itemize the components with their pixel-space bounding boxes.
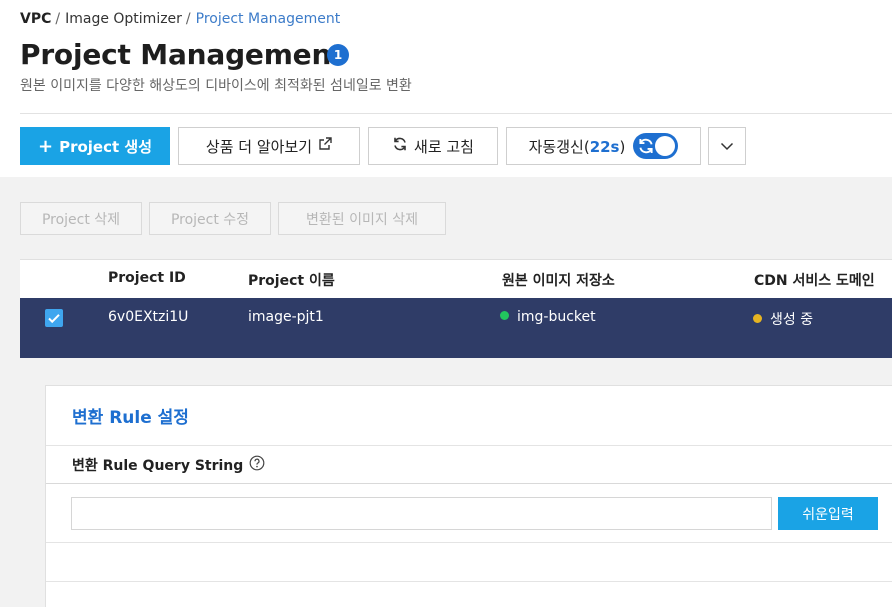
refresh-button[interactable]: 새로 고침 [368,127,498,165]
learn-more-label: 상품 더 알아보기 [205,137,313,156]
refresh-icon [392,136,408,156]
create-project-button[interactable]: + Project 생성 [20,127,170,165]
auto-refresh-countdown: 22s [589,137,620,156]
project-name-cell: image-pjt1 [248,309,324,325]
create-project-label: Project 생성 [59,137,152,156]
breadcrumb: VPC / Image Optimizer / Project Management [20,11,340,27]
page-title: Project Management [20,38,345,71]
header-divider [20,113,892,114]
delete-converted-images-button[interactable]: 변환된 이미지 삭제 [278,202,446,235]
plus-icon: + [38,135,54,157]
refresh-label: 새로 고침 [414,137,474,156]
query-string-label: 변환 Rule Query String [72,455,265,475]
rule-settings-title: 변환 Rule 설정 [72,408,189,428]
check-icon [48,314,60,324]
edit-project-button[interactable]: Project 수정 [149,202,271,235]
divider [46,483,892,484]
help-icon[interactable] [249,455,265,475]
count-badge: 1 [327,44,349,66]
divider [46,581,892,582]
column-header-project-id[interactable]: Project ID [108,270,186,286]
breadcrumb-separator: / [55,11,61,27]
divider [46,445,892,446]
breadcrumb-vpc[interactable]: VPC [20,11,51,27]
easy-input-button[interactable]: 쉬운입력 [778,497,878,530]
cdn-status-text: 생성 중 [770,312,814,328]
more-options-button[interactable] [708,127,746,165]
column-header-storage[interactable]: 원본 이미지 저장소 [502,270,615,290]
breadcrumb-separator: / [185,11,191,27]
storage-cell: img-bucket [500,309,596,325]
cdn-status-dot [753,314,762,323]
auto-refresh-control: 자동갱신(22s) [506,127,701,165]
column-header-project-name[interactable]: Project 이름 [248,270,335,290]
auto-refresh-toggle[interactable] [633,133,679,159]
page-description: 원본 이미지를 다양한 해상도의 디바이스에 최적화된 섬네일로 변환 [20,78,412,94]
storage-name: img-bucket [517,309,596,325]
sync-icon [637,137,655,159]
column-header-cdn-domain[interactable]: CDN 서비스 도메인 [754,270,875,290]
toggle-knob [655,136,676,156]
auto-refresh-label: 자동갱신(22s) [528,137,626,156]
project-id-cell: 6v0EXtzi1U [108,309,189,325]
storage-status-dot [500,311,509,320]
query-string-input[interactable] [71,497,772,530]
external-link-icon [318,137,332,155]
divider [46,542,892,543]
chevron-down-icon [720,137,734,155]
breadcrumb-current: Project Management [195,11,341,27]
delete-project-button[interactable]: Project 삭제 [20,202,142,235]
breadcrumb-image-optimizer[interactable]: Image Optimizer [65,11,182,27]
table-row[interactable]: 6v0EXtzi1U image-pjt1 img-bucket 생성 중 [20,298,892,358]
learn-more-button[interactable]: 상품 더 알아보기 [178,127,360,165]
row-checkbox[interactable] [45,309,63,327]
cdn-status-cell: 생성 중 [753,309,813,329]
table-header: Project ID Project 이름 원본 이미지 저장소 CDN 서비스… [20,259,892,298]
